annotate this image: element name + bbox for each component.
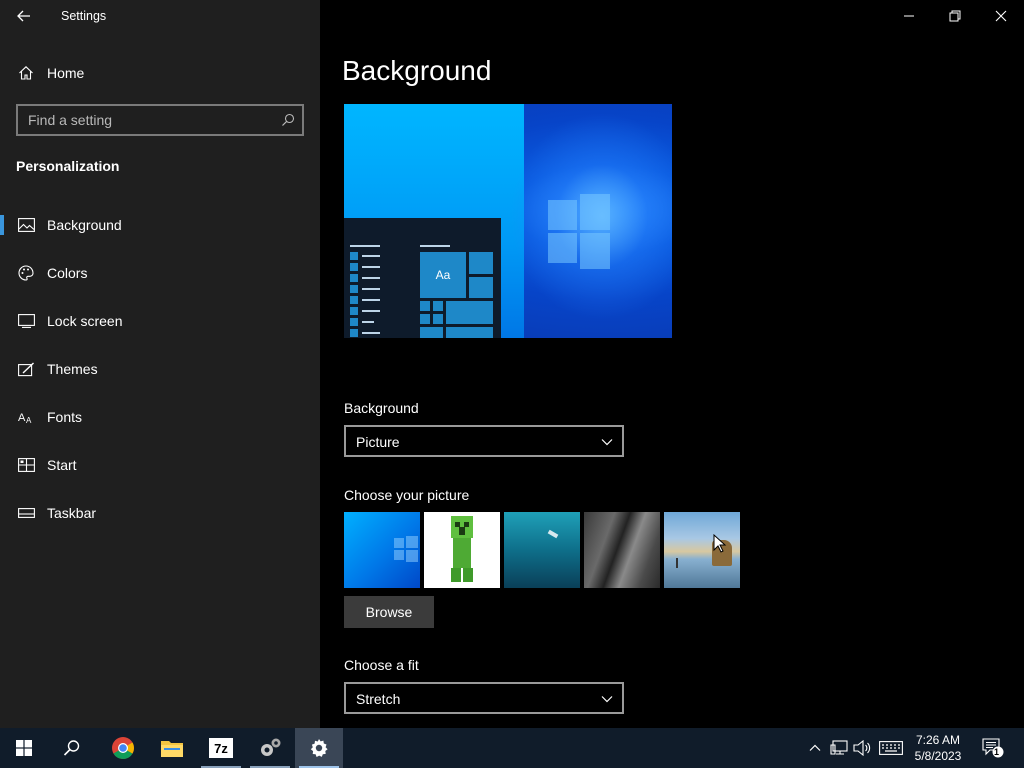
sidebar-item-fonts[interactable]: AA Fonts	[0, 397, 320, 437]
file-explorer-app[interactable]	[148, 728, 196, 768]
close-button[interactable]	[978, 0, 1024, 32]
picture-icon	[17, 216, 35, 234]
notification-icon	[982, 738, 1004, 758]
start-menu-preview: Aa	[344, 218, 501, 338]
sidebar-item-label: Lock screen	[47, 313, 123, 329]
app-title: Settings	[61, 9, 107, 23]
taskbar-search-button[interactable]	[48, 728, 96, 768]
sidebar: Settings Home Personalization Background…	[0, 0, 320, 728]
choose-fit-label: Choose a fit	[344, 657, 419, 673]
sidebar-item-label: Start	[47, 457, 77, 473]
picture-thumbnail-underwater[interactable]	[504, 512, 580, 588]
home-link[interactable]: Home	[0, 53, 320, 93]
background-label: Background	[344, 400, 419, 416]
picture-thumbnail-creeper[interactable]	[424, 512, 500, 588]
gears-icon	[261, 738, 281, 756]
search-icon	[63, 740, 80, 756]
sidebar-item-label: Fonts	[47, 409, 83, 425]
lock-screen-icon	[17, 312, 35, 330]
palette-icon	[17, 264, 35, 282]
section-title: Personalization	[16, 158, 120, 174]
start-button[interactable]	[0, 728, 48, 768]
picture-thumbnail-cliff[interactable]	[584, 512, 660, 588]
mouse-cursor-icon	[713, 534, 727, 553]
windows-logo-icon	[548, 192, 610, 269]
page-title: Background	[342, 55, 492, 86]
picture-thumbnail-windows[interactable]	[344, 512, 420, 588]
minimize-icon	[904, 15, 914, 17]
chevron-up-icon	[809, 744, 821, 751]
folder-icon	[161, 741, 183, 757]
back-button[interactable]	[8, 4, 40, 28]
fonts-icon: AA	[17, 408, 35, 426]
sidebar-item-themes[interactable]: Themes	[0, 349, 320, 389]
sidebar-item-colors[interactable]: Colors	[0, 253, 320, 293]
background-dropdown-value: Picture	[356, 434, 400, 450]
taskbar-icon	[17, 504, 35, 522]
search-box[interactable]	[16, 104, 304, 136]
fit-dropdown-value: Stretch	[356, 691, 401, 707]
sidebar-item-label: Taskbar	[47, 505, 97, 521]
speaker-icon	[853, 740, 871, 756]
main-content: Background Aa Background Picture Choose …	[320, 0, 1024, 728]
picture-thumbnail-beach[interactable]	[664, 512, 740, 588]
active-indicator	[0, 215, 4, 235]
background-preview: Aa	[344, 104, 672, 338]
clock[interactable]: 7:26 AM 5/8/2023	[905, 732, 971, 764]
title-bar: Settings	[0, 0, 320, 32]
home-icon	[17, 64, 35, 82]
sidebar-item-background[interactable]: Background	[0, 205, 320, 245]
themes-icon	[17, 360, 35, 378]
windows-start-icon	[16, 740, 32, 756]
sidebar-item-label: Background	[47, 217, 122, 233]
clock-time: 7:26 AM	[915, 733, 961, 747]
search-icon[interactable]	[281, 113, 295, 127]
gear-icon	[310, 739, 328, 757]
network-tray-button[interactable]	[829, 738, 849, 758]
background-dropdown[interactable]: Picture	[344, 425, 624, 457]
sidebar-item-start[interactable]: Start	[0, 445, 320, 485]
fit-dropdown[interactable]: Stretch	[344, 682, 624, 714]
network-icon	[830, 740, 848, 755]
sidebar-item-label: Colors	[47, 265, 88, 281]
close-icon	[995, 10, 1007, 22]
back-arrow-icon	[17, 10, 30, 22]
keyboard-tray-button[interactable]	[878, 738, 904, 758]
clock-date: 5/8/2023	[914, 749, 962, 763]
preview-tile: Aa	[420, 252, 466, 298]
svg-text:A: A	[26, 416, 32, 424]
svg-text:A: A	[18, 412, 26, 424]
chevron-down-icon	[601, 439, 613, 446]
home-label: Home	[47, 65, 85, 81]
chrome-icon	[112, 737, 134, 759]
choose-picture-label: Choose your picture	[344, 487, 470, 503]
settings-tool-app[interactable]	[246, 728, 294, 768]
7zip-app[interactable]: 7z	[197, 728, 245, 768]
notification-badge: 1	[994, 747, 1000, 757]
browse-button[interactable]: Browse	[344, 596, 434, 628]
keyboard-icon	[879, 741, 903, 755]
search-input[interactable]	[18, 106, 268, 134]
7zip-icon: 7z	[209, 738, 233, 758]
start-icon	[17, 456, 35, 474]
action-center-button[interactable]: 1	[981, 738, 1005, 758]
sidebar-item-label: Themes	[47, 361, 98, 377]
minimize-button[interactable]	[886, 0, 932, 32]
restore-icon	[949, 10, 961, 22]
show-hidden-icons-button[interactable]	[805, 738, 825, 758]
restore-button[interactable]	[932, 0, 978, 32]
sidebar-item-taskbar[interactable]: Taskbar	[0, 493, 320, 533]
sidebar-item-lock-screen[interactable]: Lock screen	[0, 301, 320, 341]
chrome-app[interactable]	[99, 728, 147, 768]
settings-app[interactable]	[295, 728, 343, 768]
chevron-down-icon	[601, 696, 613, 703]
volume-tray-button[interactable]	[852, 738, 872, 758]
taskbar: 7z 7:26 AM 5/8/2023 1	[0, 728, 1024, 768]
